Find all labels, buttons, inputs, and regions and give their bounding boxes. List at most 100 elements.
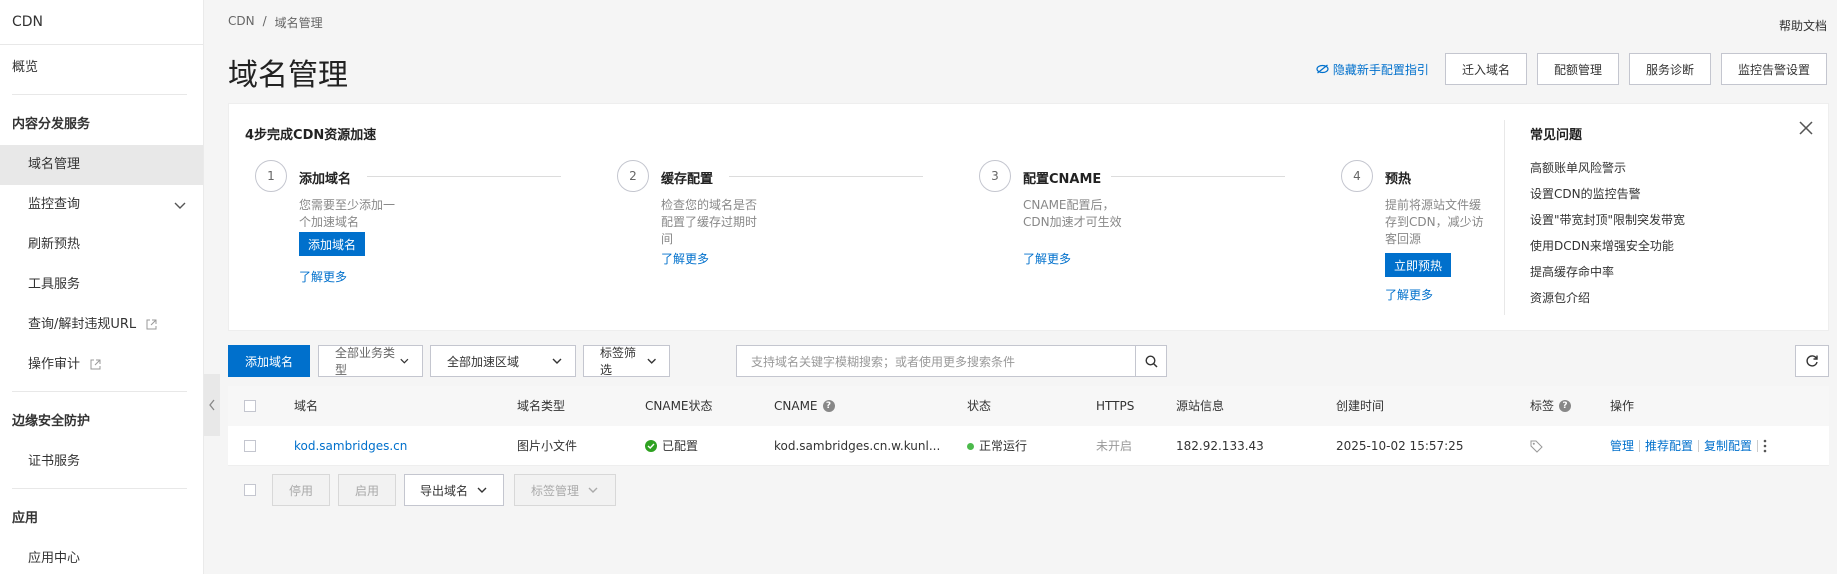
col-cname: CNAME ? <box>774 386 835 426</box>
eye-off-icon <box>1316 64 1329 74</box>
cname-status-label: 已配置 <box>662 439 699 453</box>
divider <box>1698 440 1700 452</box>
chevron-down-icon <box>588 487 598 493</box>
tag-filter-select[interactable]: 标签筛选 <box>583 345 670 377</box>
domain-toolbar: 添加域名 全部业务类型 全部加速区域 标签筛选 支持域名关键字模糊搜索；或者使用… <box>228 345 1829 377</box>
service-diagnosis-button[interactable]: 服务诊断 <box>1628 53 1711 85</box>
export-domain-label: 导出域名 <box>419 483 468 498</box>
more-vertical-icon[interactable] <box>1763 439 1767 453</box>
batch-select-checkbox[interactable] <box>244 484 256 496</box>
hide-guide-link[interactable]: 隐藏新手配置指引 <box>1316 61 1429 78</box>
onboarding-guide: 4步完成CDN资源加速 1 添加域名 您需要至少添加一个加速域名 添加域名 了解… <box>228 103 1829 331</box>
external-link-icon <box>146 319 157 330</box>
add-domain-button[interactable]: 添加域名 <box>228 345 310 377</box>
breadcrumb-cdn[interactable]: CDN <box>228 14 255 31</box>
status-dot <box>967 442 974 450</box>
step-description: 提前将源站文件缓存到CDN，减少访客回源 <box>1385 198 1484 246</box>
step-connector <box>367 176 561 177</box>
chevron-down-icon <box>400 358 409 364</box>
col-tags-label: 标签 <box>1530 399 1555 413</box>
help-icon[interactable]: ? <box>822 400 835 412</box>
learn-more-link[interactable]: 了解更多 <box>661 250 709 267</box>
guide-add-domain-button[interactable]: 添加域名 <box>299 232 366 256</box>
sidebar-item-tools[interactable]: 工具服务 <box>0 265 203 305</box>
sidebar-item-app-center[interactable]: 应用中心 <box>0 539 203 574</box>
sidebar-item-monitoring[interactable]: 监控查询 <box>0 185 203 225</box>
close-icon[interactable] <box>1798 120 1814 136</box>
help-docs-link[interactable]: 帮助文档 <box>1779 17 1827 34</box>
origin-info: 182.92.133.43 <box>1176 439 1264 453</box>
business-type-value: 全部业务类型 <box>335 346 396 377</box>
faq-item[interactable]: 设置CDN的监控告警 <box>1530 185 1685 211</box>
col-origin: 源站信息 <box>1176 399 1225 413</box>
step-description: 您需要至少添加一个加速域名 <box>299 198 396 229</box>
col-cname-status: CNAME状态 <box>645 399 713 413</box>
faq-item[interactable]: 高额账单风险警示 <box>1530 159 1685 185</box>
hide-guide-label: 隐藏新手配置指引 <box>1332 62 1429 77</box>
faq-item[interactable]: 提高缓存命中率 <box>1530 263 1685 289</box>
faq-title: 常见问题 <box>1530 128 1583 143</box>
sidebar-item-refresh-preload[interactable]: 刷新预热 <box>0 225 203 265</box>
sidebar-group-app: 应用 <box>12 511 39 526</box>
alert-settings-button[interactable]: 监控告警设置 <box>1720 53 1827 85</box>
faq-item[interactable]: 使用DCDN来增强安全功能 <box>1530 237 1685 263</box>
search-button[interactable] <box>1135 345 1167 377</box>
sidebar: CDN 概览 内容分发服务 域名管理 监控查询 刷新预热 工具服务 查询/解封违… <box>0 0 204 574</box>
help-icon[interactable]: ? <box>1559 400 1572 412</box>
import-domain-button[interactable]: 迁入域名 <box>1444 53 1527 85</box>
faq-divider <box>1504 120 1505 315</box>
table-row: kod.sambridges.cn 图片小文件 已配置 kod.sambridg… <box>228 426 1829 466</box>
chevron-left-icon <box>209 399 215 411</box>
domain-type: 图片小文件 <box>517 439 578 453</box>
select-all-checkbox[interactable] <box>244 386 256 426</box>
disable-button[interactable]: 停用 <box>272 474 330 506</box>
checkbox[interactable] <box>244 400 256 412</box>
learn-more-link[interactable]: 了解更多 <box>1385 286 1433 303</box>
enable-button[interactable]: 启用 <box>338 474 396 506</box>
step-name: 缓存配置 <box>661 172 714 187</box>
row-checkbox[interactable] <box>244 440 256 452</box>
row-actions: 管理 推荐配置 复制配置 <box>1610 426 1767 466</box>
learn-more-link[interactable]: 了解更多 <box>299 268 347 285</box>
sidebar-divider <box>12 391 187 392</box>
sidebar-divider <box>12 94 187 95</box>
col-created: 创建时间 <box>1336 399 1385 413</box>
https-status: 未开启 <box>1096 439 1133 453</box>
sidebar-item-violation-url[interactable]: 查询/解封违规URL <box>0 305 203 345</box>
sidebar-item-domain-management[interactable]: 域名管理 <box>0 145 203 185</box>
quota-management-button[interactable]: 配额管理 <box>1536 53 1619 85</box>
domain-link[interactable]: kod.sambridges.cn <box>294 426 407 466</box>
manage-link[interactable]: 管理 <box>1610 426 1634 466</box>
business-type-select[interactable]: 全部业务类型 <box>318 345 423 377</box>
copy-config-link[interactable]: 复制配置 <box>1704 426 1752 466</box>
domain-table: 域名 域名类型 CNAME状态 CNAME ? 状态 HTTPS 源站信息 创建… <box>228 386 1829 466</box>
step-name: 预热 <box>1385 172 1412 187</box>
step-number: 3 <box>979 160 1011 192</box>
recommend-config-link[interactable]: 推荐配置 <box>1645 426 1693 466</box>
region-select[interactable]: 全部加速区域 <box>430 345 576 377</box>
step-description: 检查您的域名是否配置了缓存过期时间 <box>661 198 758 246</box>
learn-more-link[interactable]: 了解更多 <box>1023 250 1071 267</box>
sidebar-item-label: 监控查询 <box>28 197 81 212</box>
faq-item[interactable]: 资源包介绍 <box>1530 289 1685 315</box>
sidebar-item-audit[interactable]: 操作审计 <box>0 345 203 385</box>
guide-preload-button[interactable]: 立即预热 <box>1385 253 1452 277</box>
refresh-button[interactable] <box>1795 345 1829 377</box>
breadcrumb-separator: / <box>262 14 267 28</box>
tag-manage-button[interactable]: 标签管理 <box>514 474 616 506</box>
step-name: 添加域名 <box>299 172 352 187</box>
export-domain-button[interactable]: 导出域名 <box>404 474 504 506</box>
tag-icon[interactable] <box>1530 440 1543 453</box>
status-label: 正常运行 <box>979 439 1028 453</box>
col-https: HTTPS <box>1096 399 1135 413</box>
sidebar-item-certificates[interactable]: 证书服务 <box>0 442 203 482</box>
step-connector <box>1111 176 1285 177</box>
sidebar-item-label: 查询/解封违规URL <box>28 317 137 332</box>
region-value: 全部加速区域 <box>447 354 520 369</box>
step-number: 4 <box>1341 160 1373 192</box>
sidebar-item-overview[interactable]: 概览 <box>0 48 203 88</box>
col-tags: 标签 ? <box>1530 386 1572 426</box>
domain-search-input[interactable]: 支持域名关键字模糊搜索；或者使用更多搜索条件 <box>736 345 1136 377</box>
faq-item[interactable]: 设置"带宽封顶"限制突发带宽 <box>1530 211 1685 237</box>
sidebar-collapse-handle[interactable] <box>204 374 220 436</box>
